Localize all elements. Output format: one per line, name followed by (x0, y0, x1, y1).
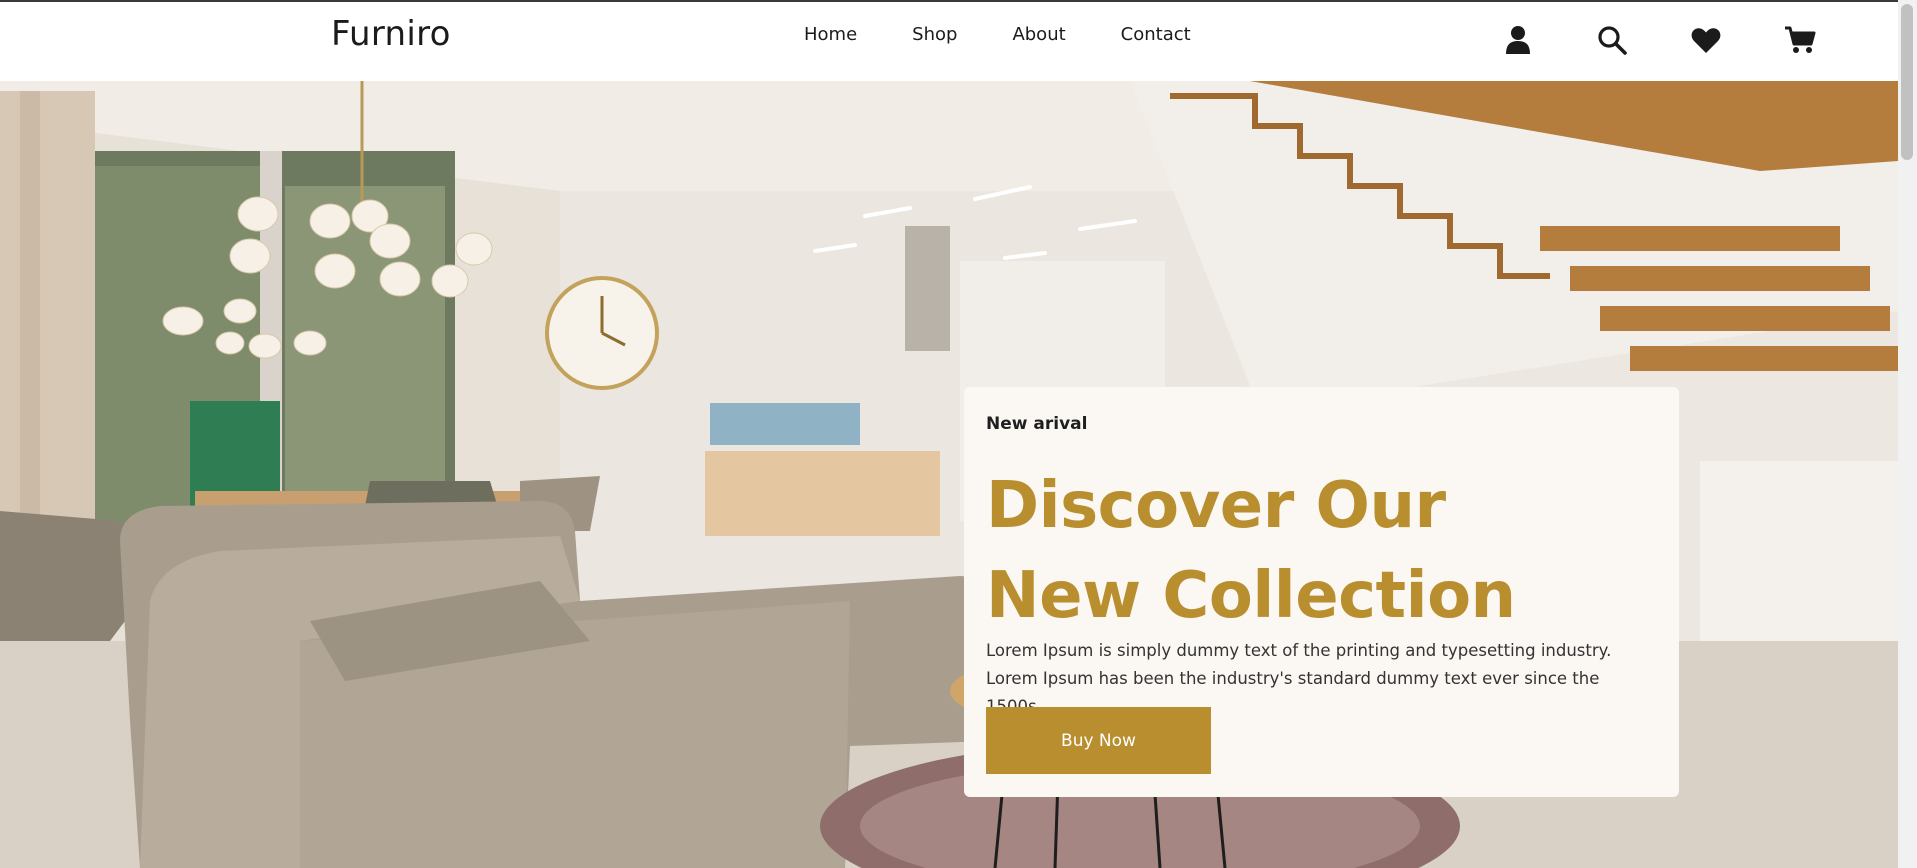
hero-title-line-1: Discover Our (986, 469, 1446, 543)
nav-link-home[interactable]: Home (804, 24, 857, 45)
cart-icon[interactable] (1782, 22, 1818, 58)
scrollbar-thumb[interactable] (1901, 4, 1913, 160)
hero-card: New arival Discover Our New Collection L… (964, 387, 1679, 797)
hero-title: Discover Our New Collection (986, 461, 1626, 641)
hero-section: New arival Discover Our New Collection L… (0, 81, 1898, 868)
search-icon[interactable] (1594, 22, 1630, 58)
primary-nav: Home Shop About Contact (804, 24, 1246, 45)
brand-logo[interactable]: Furniro (331, 14, 451, 54)
nav-link-contact[interactable]: Contact (1121, 24, 1191, 45)
nav-link-shop[interactable]: Shop (912, 24, 957, 45)
nav-link-about[interactable]: About (1012, 24, 1065, 45)
heart-icon[interactable] (1688, 22, 1724, 58)
navbar: Furniro Home Shop About Contact (0, 2, 1898, 81)
buy-now-button[interactable]: Buy Now (986, 707, 1211, 774)
vertical-scrollbar[interactable] (1898, 0, 1917, 868)
hero-eyebrow: New arival (986, 414, 1088, 434)
hero-title-line-2: New Collection (986, 559, 1516, 633)
user-icon[interactable] (1500, 22, 1536, 58)
nav-icon-group (1500, 22, 1818, 58)
